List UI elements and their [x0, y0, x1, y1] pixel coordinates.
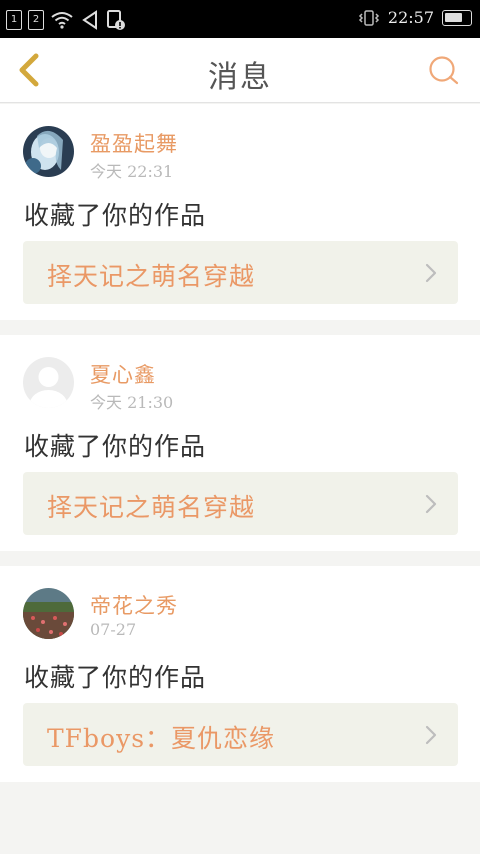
message-card: 夏心鑫 今天 21:30 收藏了你的作品 择天记之萌名穿越: [0, 335, 480, 551]
message-card: 帝花之秀 07-27 收藏了你的作品 TFboys：夏仇恋缘: [0, 566, 480, 782]
sim1-icon: 1: [6, 10, 22, 30]
vibrate-icon: [358, 9, 379, 26]
action-text: 收藏了你的作品: [24, 432, 207, 461]
avatar[interactable]: [23, 588, 74, 639]
sim2-icon: 2: [28, 10, 44, 30]
chevron-right-icon: [425, 494, 437, 514]
timestamp: 今天 22:31: [90, 162, 174, 181]
status-right: 22:57: [358, 8, 472, 27]
timestamp: 07-27: [90, 620, 137, 639]
page-title: 消息: [208, 60, 272, 95]
notification-icon: [107, 10, 125, 30]
avatar[interactable]: [23, 126, 74, 177]
search-button[interactable]: [428, 54, 460, 88]
wifi-icon: [51, 12, 73, 29]
clock: 22:57: [387, 8, 434, 27]
status-left: 1 2: [6, 9, 126, 31]
username[interactable]: 盈盈起舞: [90, 128, 178, 158]
message-card: 盈盈起舞 今天 22:31 收藏了你的作品 择天记之萌名穿越: [0, 104, 480, 320]
work-link[interactable]: 择天记之萌名穿越: [23, 472, 458, 535]
status-bar: 1 2 22:57: [0, 0, 480, 38]
username[interactable]: 帝花之秀: [90, 590, 178, 620]
action-text: 收藏了你的作品: [24, 201, 207, 230]
timestamp: 今天 21:30: [90, 393, 174, 412]
action-text: 收藏了你的作品: [24, 663, 207, 692]
work-link[interactable]: TFboys：夏仇恋缘: [23, 703, 458, 766]
work-title: 择天记之萌名穿越: [47, 262, 256, 291]
search-icon: [429, 56, 459, 85]
work-title: 择天记之萌名穿越: [47, 493, 256, 522]
username[interactable]: 夏心鑫: [90, 359, 156, 389]
avatar[interactable]: [23, 357, 74, 408]
work-title: TFboys：夏仇恋缘: [47, 724, 276, 753]
header-bar: 消息: [0, 38, 480, 103]
battery-icon: [442, 9, 472, 26]
work-link[interactable]: 择天记之萌名穿越: [23, 241, 458, 304]
nav-back-icon: [82, 10, 97, 30]
chevron-right-icon: [425, 725, 437, 745]
chevron-right-icon: [425, 263, 437, 283]
